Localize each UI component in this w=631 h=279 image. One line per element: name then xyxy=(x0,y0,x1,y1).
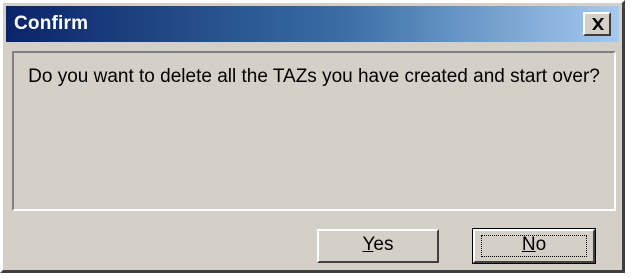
focus-ring xyxy=(481,235,587,257)
yes-label-rest: es xyxy=(373,234,394,255)
close-button[interactable] xyxy=(583,12,611,36)
dialog-title: Confirm xyxy=(14,13,89,34)
yes-button[interactable]: Yes xyxy=(317,229,439,263)
yes-mnemonic: Y xyxy=(362,234,374,255)
title-bar[interactable]: Confirm xyxy=(6,6,619,42)
close-icon xyxy=(592,18,604,30)
dialog-message: Do you want to delete all the TAZs you h… xyxy=(28,66,600,87)
message-panel: Do you want to delete all the TAZs you h… xyxy=(12,51,616,211)
confirm-dialog: Confirm Do you want to delete all the TA… xyxy=(0,0,625,273)
no-button[interactable]: No xyxy=(472,228,596,264)
